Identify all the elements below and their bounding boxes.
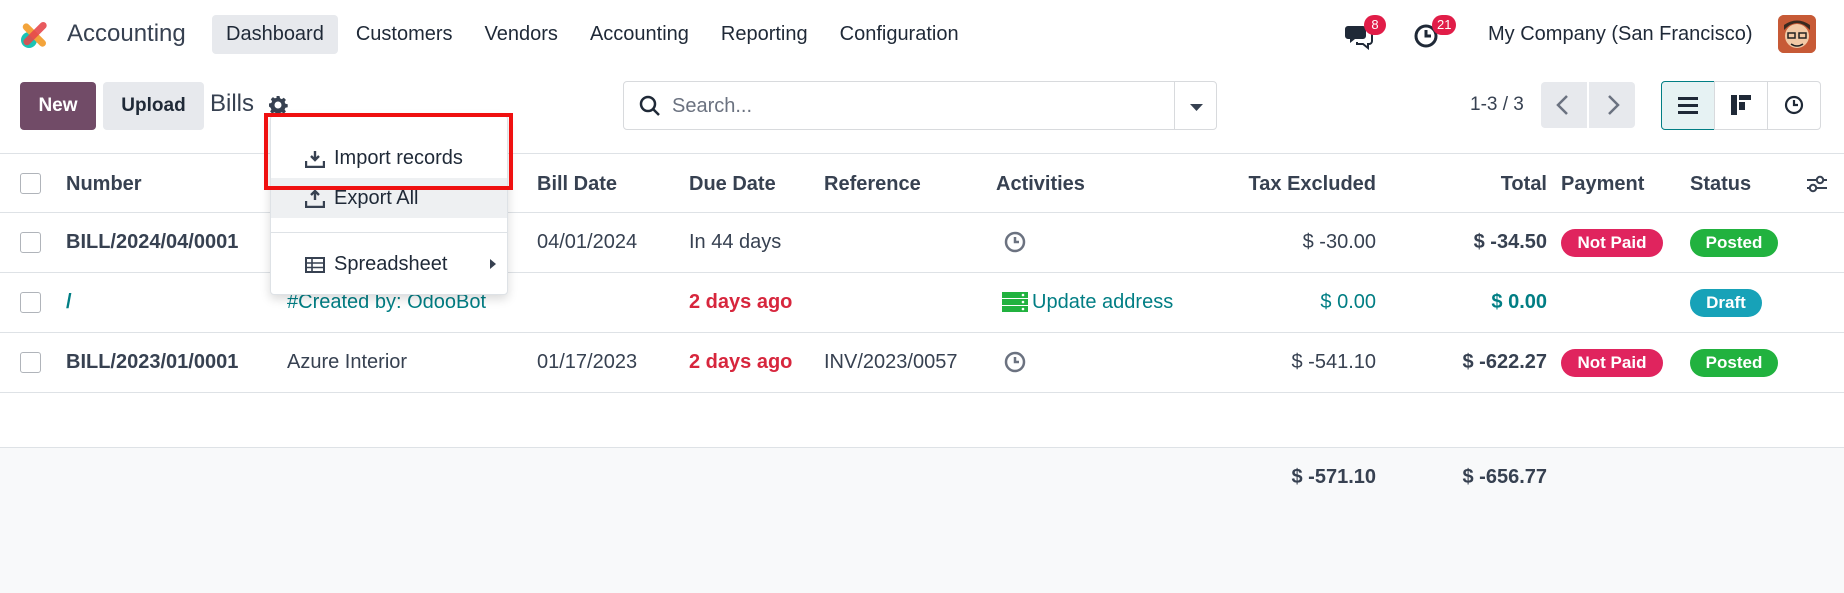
search-input[interactable]: [672, 90, 1152, 122]
row-due-date: 2 days ago: [689, 351, 793, 373]
main-menu: Dashboard Customers Vendors Accounting R…: [212, 15, 973, 54]
payment-status-badge: Not Paid: [1561, 229, 1663, 257]
table-footer-totals: $ -571.10 $ -656.77: [0, 447, 1844, 593]
header-tax-excluded[interactable]: Tax Excluded: [1249, 173, 1376, 196]
row-due-date: In 44 days: [689, 231, 782, 253]
activities-badge: 21: [1432, 15, 1457, 35]
row-bill-date: 04/01/2024: [537, 231, 638, 253]
pager-previous-button[interactable]: [1541, 82, 1587, 128]
row-total: $ -34.50: [1473, 231, 1547, 253]
dropdown-divider: [271, 232, 507, 233]
update-address-activity-icon: [1002, 292, 1028, 312]
menu-configuration[interactable]: Configuration: [826, 15, 973, 54]
activity-clock-icon[interactable]: [1003, 230, 1027, 254]
pager-value[interactable]: 1-3 / 3: [1470, 94, 1524, 116]
row-due-date: 2 days ago: [689, 291, 793, 313]
kanban-view-button[interactable]: [1714, 81, 1768, 130]
user-avatar[interactable]: [1778, 15, 1816, 53]
row-reference: INV/2023/0057: [824, 351, 958, 373]
spreadsheet-label: Spreadsheet: [334, 253, 448, 275]
header-due-date[interactable]: Due Date: [689, 173, 776, 196]
header-bill-date[interactable]: Bill Date: [537, 173, 617, 196]
kanban-view-icon: [1731, 95, 1751, 115]
header-reference[interactable]: Reference: [824, 173, 921, 196]
app-logo-icon[interactable]: [18, 18, 50, 50]
header-payment[interactable]: Payment: [1561, 173, 1644, 196]
clock-view-icon: [1784, 95, 1804, 115]
row-checkbox[interactable]: [20, 352, 41, 373]
row-number[interactable]: BILL/2024/04/0001: [66, 231, 238, 254]
activity-view-button[interactable]: [1767, 81, 1821, 130]
row-checkbox[interactable]: [20, 292, 41, 313]
total-amount: $ -656.77: [1462, 466, 1547, 488]
list-view-icon: [1678, 97, 1698, 114]
app-name[interactable]: Accounting: [67, 20, 186, 48]
menu-accounting[interactable]: Accounting: [576, 15, 703, 54]
search-icon: [639, 95, 660, 116]
breadcrumb-title: Bills: [210, 90, 255, 117]
menu-customers[interactable]: Customers: [342, 15, 467, 54]
row-number[interactable]: BILL/2023/01/0001: [66, 351, 238, 374]
row-checkbox[interactable]: [20, 232, 41, 253]
chevron-right-icon: [1608, 95, 1620, 115]
row-tax-excluded: $ -541.10: [1291, 351, 1376, 373]
status-badge: Posted: [1690, 349, 1778, 377]
row-partner: Azure Interior: [287, 351, 408, 373]
table-icon: [305, 257, 325, 273]
export-all-label: Export All: [334, 187, 419, 209]
menu-reporting[interactable]: Reporting: [707, 15, 822, 54]
row-total: $ -622.27: [1462, 351, 1547, 373]
row-bill-date: 01/17/2023: [537, 351, 638, 373]
chevron-left-icon: [1556, 95, 1568, 115]
total-tax-excluded: $ -571.10: [1291, 466, 1376, 488]
annotation-highlight-box: [264, 113, 513, 190]
upload-button[interactable]: Upload: [103, 82, 204, 130]
upload-icon: [305, 190, 325, 208]
header-status[interactable]: Status: [1690, 173, 1751, 196]
caret-right-icon: [490, 259, 496, 269]
status-badge: Draft: [1690, 289, 1762, 317]
row-tax-excluded: $ 0.00: [1320, 291, 1376, 313]
optional-columns-icon[interactable]: [1805, 173, 1829, 195]
messages-badge: 8: [1364, 15, 1386, 35]
menu-dashboard[interactable]: Dashboard: [212, 15, 338, 54]
search-options-toggle[interactable]: [1174, 81, 1217, 130]
table-row[interactable]: BILL/2023/01/0001 Azure Interior 01/17/2…: [0, 333, 1844, 393]
caret-down-icon: [1190, 104, 1203, 111]
avatar-face-icon: [1778, 15, 1816, 53]
new-button[interactable]: New: [20, 82, 96, 130]
pager-next-button[interactable]: [1589, 82, 1635, 128]
payment-status-badge: Not Paid: [1561, 349, 1663, 377]
row-tax-excluded: $ -30.00: [1302, 231, 1376, 253]
gear-icon[interactable]: [268, 95, 288, 115]
list-view-button[interactable]: [1661, 81, 1715, 130]
activity-clock-icon[interactable]: [1003, 350, 1027, 374]
menu-vendors[interactable]: Vendors: [471, 15, 572, 54]
row-activity-link[interactable]: Update address: [1032, 291, 1173, 314]
search-box: [623, 81, 1175, 130]
row-total: $ 0.00: [1491, 291, 1547, 313]
top-navbar: Accounting Dashboard Customers Vendors A…: [0, 0, 1844, 70]
row-number[interactable]: /: [66, 291, 72, 314]
spreadsheet-item[interactable]: Spreadsheet: [271, 244, 507, 284]
select-all-checkbox[interactable]: [20, 173, 41, 194]
header-activities[interactable]: Activities: [996, 173, 1085, 196]
status-badge: Posted: [1690, 229, 1778, 257]
header-total[interactable]: Total: [1501, 173, 1547, 196]
header-number[interactable]: Number: [66, 173, 142, 196]
company-switcher[interactable]: My Company (San Francisco): [1488, 23, 1753, 46]
